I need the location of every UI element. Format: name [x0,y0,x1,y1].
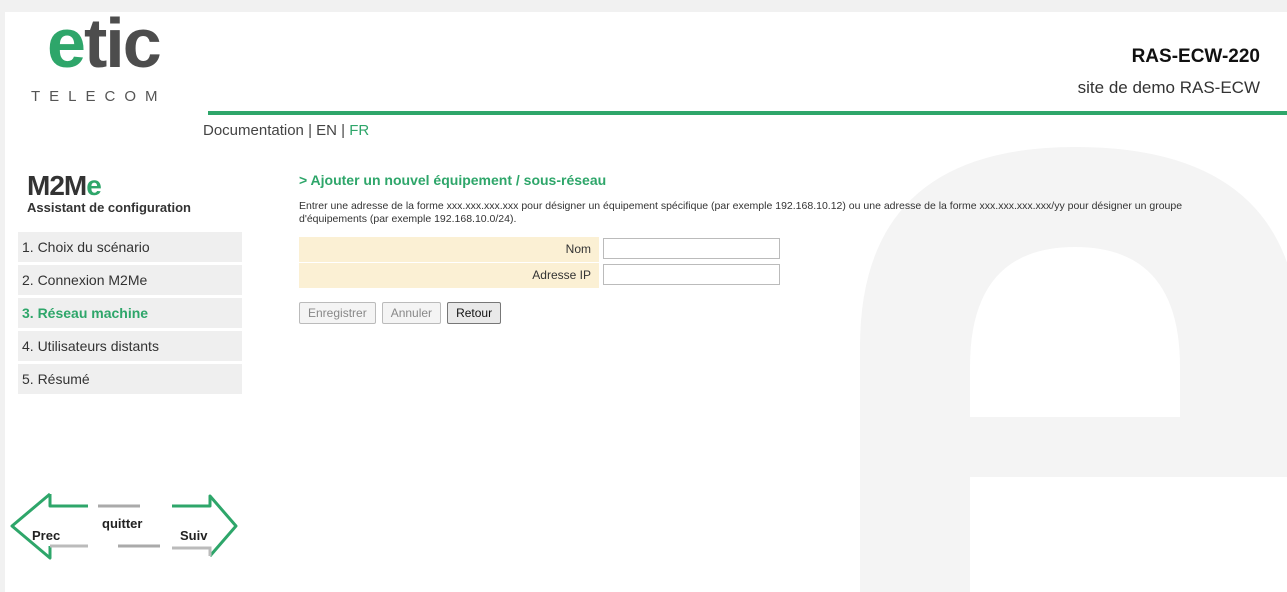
next-button[interactable]: Suiv [180,528,207,543]
quit-button[interactable]: quitter [102,516,142,531]
logo-wordmark: etic [47,12,162,82]
device-name: RAS-ECW-220 [1131,46,1260,67]
etic-telecom-logo: etic TELECOM [27,12,207,117]
adresse-ip-input[interactable] [603,264,780,285]
m2me-logo: M2Me [27,170,102,201]
nom-input[interactable] [603,238,780,259]
form-row-nom: Nom [299,237,1244,262]
nav-separator: | [336,122,350,139]
page-title: > Ajouter un nouvel équipement / sous-ré… [299,172,607,188]
wizard-header: M2Me Assistant de configuration [27,170,191,216]
wizard-steps: 1. Choix du scénario 2. Connexion M2Me 3… [18,232,242,397]
logo-subtitle: TELECOM [31,88,167,105]
main-content: > Ajouter un nouvel équipement / sous-ré… [299,172,1244,324]
lang-fr-link[interactable]: FR [349,122,369,139]
site-name: site de demo RAS-ECW [1077,78,1260,97]
adresse-ip-label: Adresse IP [299,263,599,288]
nom-label: Nom [299,237,599,262]
prev-button[interactable]: Prec [32,528,60,543]
back-button[interactable]: Retour [447,302,502,324]
step-item-utilisateurs[interactable]: 4. Utilisateurs distants [18,331,242,361]
wizard-nav: Prec quitter Suiv [10,492,240,562]
page: etic TELECOM RAS-ECW-220 site de demo RA… [5,12,1287,592]
doc-nav: Documentation | EN | FR [203,122,369,139]
form-row-adresse-ip: Adresse IP [299,263,1244,288]
save-button[interactable]: Enregistrer [299,302,376,324]
step-item-reseau-machine[interactable]: 3. Réseau machine [18,298,242,328]
header-divider [208,111,1287,115]
step-item-connexion[interactable]: 2. Connexion M2Me [18,265,242,295]
documentation-link[interactable]: Documentation [203,122,304,139]
form-buttons: Enregistrer Annuler Retour [299,302,1244,324]
lang-en-link[interactable]: EN [316,122,337,139]
wizard-subtitle: Assistant de configuration [27,200,191,215]
equipment-form: Nom Adresse IP [299,237,1244,288]
cancel-button[interactable]: Annuler [381,302,442,324]
description-text: Entrer une adresse de la forme xxx.xxx.x… [299,200,1183,225]
step-item-scenario[interactable]: 1. Choix du scénario [18,232,242,262]
step-item-resume[interactable]: 5. Résumé [18,364,242,394]
nav-separator: | [303,122,317,139]
